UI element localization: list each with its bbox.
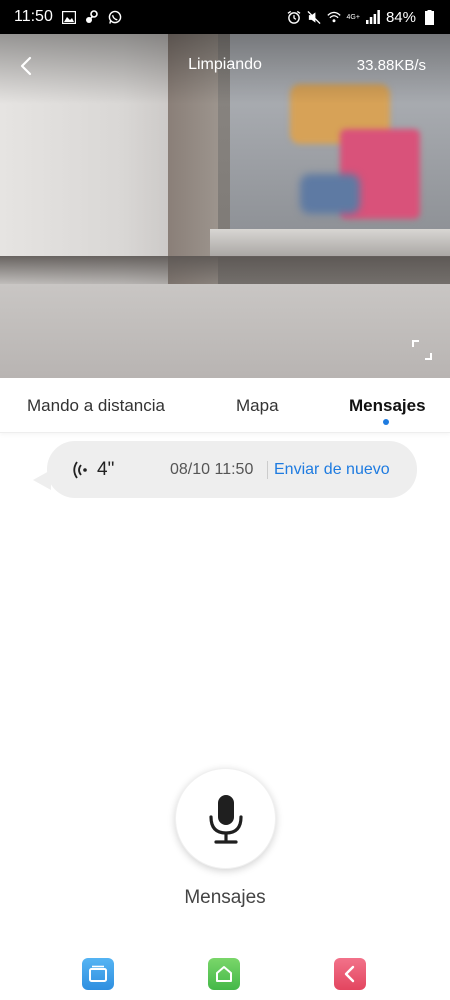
active-tab-indicator (383, 419, 389, 425)
record-voice-button[interactable] (175, 768, 276, 869)
screen: 11:50 4G+ 84% Limpiando 33.88KB/s Mando … (0, 0, 450, 1000)
message-duration: 4" (97, 459, 115, 480)
recent-apps-button[interactable] (82, 958, 114, 990)
home-button[interactable] (208, 958, 240, 990)
camera-scene-floor (0, 284, 450, 378)
status-time: 11:50 (14, 8, 53, 25)
home-icon (216, 966, 232, 982)
audio-wave-icon (73, 460, 89, 480)
steam-icon (85, 10, 99, 24)
tab-map[interactable]: Mapa (236, 396, 279, 416)
camera-feed[interactable]: Limpiando 33.88KB/s (0, 34, 450, 378)
whatsapp-icon (108, 10, 122, 24)
status-left: 11:50 (14, 8, 122, 26)
voice-message[interactable]: 4" 08/10 11:50 Enviar de nuevo (47, 441, 417, 498)
status-bar: 11:50 4G+ 84% (0, 0, 450, 34)
system-navigation-bar (0, 950, 450, 1000)
message-timestamp: 08/10 11:50 (170, 461, 254, 478)
tab-remote-control[interactable]: Mando a distancia (27, 396, 165, 416)
camera-scene-object (300, 174, 360, 214)
image-icon (61, 10, 76, 24)
camera-scene-ledge (210, 229, 450, 257)
fullscreen-icon (412, 340, 432, 360)
record-label: Mensajes (184, 887, 266, 908)
tab-messages[interactable]: Mensajes (349, 396, 426, 416)
network-type-label: 4G+ (346, 13, 360, 21)
alarm-icon (287, 10, 301, 24)
stream-speed: 33.88KB/s (356, 57, 426, 74)
signal-icon (365, 10, 380, 24)
back-icon (344, 965, 355, 983)
resend-link[interactable]: Enviar de nuevo (274, 461, 390, 479)
battery-percent: 84% (385, 8, 416, 26)
status-right: 4G+ 84% (287, 9, 436, 26)
tab-bar: Mando a distancia Mapa Mensajes (0, 378, 450, 433)
battery-icon (422, 9, 436, 25)
wifi-icon (326, 10, 341, 24)
back-nav-button[interactable] (334, 958, 366, 990)
fullscreen-button[interactable] (412, 340, 432, 360)
recent-apps-icon (89, 965, 107, 982)
divider (267, 461, 268, 479)
mute-icon (306, 10, 321, 24)
microphone-icon (208, 794, 243, 844)
